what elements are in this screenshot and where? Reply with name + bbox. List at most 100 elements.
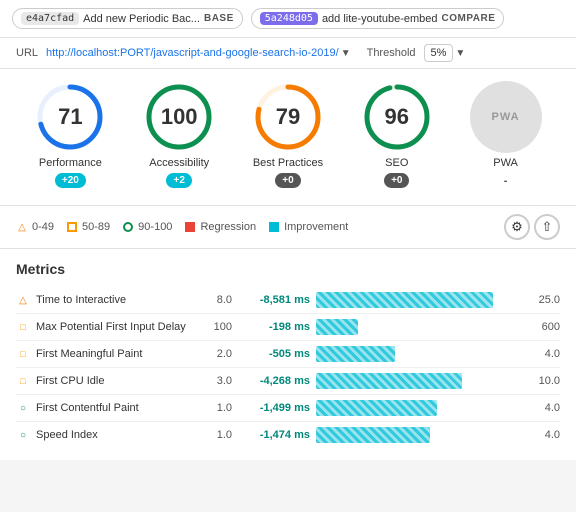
legend-0-49-label: 0-49 [32,221,54,233]
compare-hash: 5a248d05 [260,12,318,25]
score-delta-performance: +20 [55,173,86,188]
threshold-value: 5% [424,44,454,62]
metric-threshold-first-contentful-paint: 4.0 [530,402,560,414]
score-circle-performance: 71 [34,81,106,153]
metric-name-first-cpu-idle: First CPU Idle [36,375,196,387]
metric-bar-container-first-cpu-idle [316,373,524,389]
url-label: URL [16,47,38,59]
metric-threshold-first-cpu-idle: 10.0 [530,375,560,387]
score-delta-best-practices: +0 [275,173,300,188]
metric-icon-max-potential-fid: □ [16,322,30,332]
metric-bar-container-first-meaningful-paint [316,346,524,362]
legend-regression: Regression [184,221,256,233]
base-hash: e4a7cfad [21,12,79,25]
score-value-performance: 71 [58,104,82,130]
threshold-label: Threshold [367,47,416,59]
metric-icon-first-contentful-paint: ○ [16,403,30,414]
settings-icon[interactable]: ⚙ [504,214,530,240]
regression-icon [184,221,196,233]
legend-90-100: 90-100 [122,221,172,233]
score-delta-accessibility: +2 [166,173,191,188]
metric-bar-first-cpu-idle [316,373,462,389]
metric-delta-max-potential-fid: -198 ms [238,321,310,333]
square-icon [66,221,78,233]
circle-icon [122,221,134,233]
score-circle-best-practices: 79 [252,81,324,153]
metric-base-first-cpu-idle: 3.0 [202,375,232,387]
action-icons-group: ⚙ ⇧ [504,214,560,240]
metric-threshold-max-potential-fid: 600 [530,321,560,333]
metric-icon-first-cpu-idle: □ [16,376,30,386]
metric-base-max-potential-fid: 100 [202,321,232,333]
metric-row-max-potential-fid: □ Max Potential First Input Delay 100 -1… [16,314,560,341]
score-pwa: PWA PWA - [470,81,542,189]
top-bar: e4a7cfad Add new Periodic Bac... BASE 5a… [0,0,576,38]
score-value-best-practices: 79 [276,104,300,130]
base-label: BASE [204,13,234,24]
score-label-seo: SEO [385,157,408,169]
threshold-dropdown-arrow[interactable]: ▼ [455,48,465,59]
metric-base-first-meaningful-paint: 2.0 [202,348,232,360]
score-delta-pwa: - [497,173,515,189]
metric-bar-container-speed-index [316,427,524,443]
metric-row-time-to-interactive: △ Time to Interactive 8.0 -8,581 ms 25.0 [16,287,560,314]
score-performance: 71 Performance +20 [34,81,106,188]
metric-delta-time-to-interactive: -8,581 ms [238,294,310,306]
score-best-practices: 79 Best Practices +0 [252,81,324,188]
metrics-section: Metrics △ Time to Interactive 8.0 -8,581… [0,249,576,460]
score-seo: 96 SEO +0 [361,81,433,188]
legend-0-49: △ 0-49 [16,221,54,233]
triangle-icon: △ [16,221,28,233]
share-icon[interactable]: ⇧ [534,214,560,240]
compare-commit-badge[interactable]: 5a248d05 add lite-youtube-embed COMPARE [251,8,505,29]
url-bar: URL http://localhost:PORT/javascript-and… [0,38,576,69]
compare-commit-text: add lite-youtube-embed [322,13,438,25]
legend-regression-label: Regression [200,221,256,233]
score-label-accessibility: Accessibility [149,157,209,169]
metric-bar-speed-index [316,427,430,443]
score-value-seo: 96 [385,104,409,130]
score-accessibility: 100 Accessibility +2 [143,81,215,188]
metric-threshold-first-meaningful-paint: 4.0 [530,348,560,360]
metric-bar-first-contentful-paint [316,400,437,416]
score-circle-accessibility: 100 [143,81,215,153]
base-commit-badge[interactable]: e4a7cfad Add new Periodic Bac... BASE [12,8,243,29]
metric-icon-speed-index: ○ [16,430,30,441]
legend-items: △ 0-49 50-89 90-100 Regression Improveme… [16,221,348,233]
metric-name-speed-index: Speed Index [36,429,196,441]
metric-bar-container-max-potential-fid [316,319,524,335]
score-delta-seo: +0 [384,173,409,188]
metric-bar-container-time-to-interactive [316,292,524,308]
metric-name-first-meaningful-paint: First Meaningful Paint [36,348,196,360]
improvement-icon [268,221,280,233]
metric-name-max-potential-fid: Max Potential First Input Delay [36,321,196,333]
metric-name-first-contentful-paint: First Contentful Paint [36,402,196,414]
metric-threshold-speed-index: 4.0 [530,429,560,441]
metric-icon-first-meaningful-paint: □ [16,349,30,359]
metric-row-first-contentful-paint: ○ First Contentful Paint 1.0 -1,499 ms 4… [16,395,560,422]
score-label-best-practices: Best Practices [253,157,323,169]
metric-base-speed-index: 1.0 [202,429,232,441]
metric-delta-first-cpu-idle: -4,268 ms [238,375,310,387]
legend-90-100-label: 90-100 [138,221,172,233]
metrics-title: Metrics [16,261,560,277]
metric-delta-first-meaningful-paint: -505 ms [238,348,310,360]
url-link[interactable]: http://localhost:PORT/javascript-and-goo… [46,47,339,59]
metric-bar-max-potential-fid [316,319,358,335]
legend-50-89-label: 50-89 [82,221,110,233]
score-value-accessibility: 100 [161,104,198,130]
metric-icon-time-to-interactive: △ [16,295,30,306]
score-label-pwa: PWA [493,157,518,169]
metric-delta-first-contentful-paint: -1,499 ms [238,402,310,414]
scores-grid: 71 Performance +20 100 Accessibility +2 … [16,81,560,189]
metric-row-speed-index: ○ Speed Index 1.0 -1,474 ms 4.0 [16,422,560,448]
pwa-circle: PWA [470,81,542,153]
metric-row-first-meaningful-paint: □ First Meaningful Paint 2.0 -505 ms 4.0 [16,341,560,368]
score-circle-seo: 96 [361,81,433,153]
compare-label: COMPARE [442,13,496,24]
metric-bar-time-to-interactive [316,292,493,308]
metric-base-first-contentful-paint: 1.0 [202,402,232,414]
metric-name-time-to-interactive: Time to Interactive [36,294,196,306]
score-label-performance: Performance [39,157,102,169]
url-dropdown-arrow[interactable]: ▼ [341,48,351,59]
